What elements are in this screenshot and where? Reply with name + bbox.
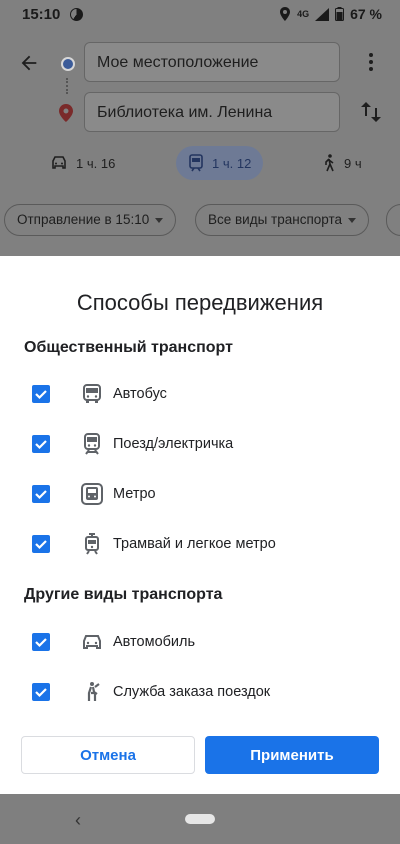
tram-label: Трамвай и легкое метро [113, 536, 276, 552]
option-tram[interactable]: Трамвай и легкое метро [0, 522, 400, 566]
car-checkbox[interactable] [32, 633, 50, 651]
car-icon [83, 635, 101, 649]
chevron-down-icon [155, 217, 164, 223]
battery-icon [335, 7, 345, 21]
other-transport-heading: Другие виды транспорта [24, 586, 223, 603]
chevron-down-icon [348, 217, 357, 223]
mode-walk-duration: 9 ч [344, 155, 362, 171]
cancel-button[interactable]: Отмена [21, 736, 195, 774]
origin-field[interactable]: Мое местоположение [84, 42, 340, 82]
tram-checkbox[interactable] [32, 535, 50, 553]
ride-hail-label: Служба заказа поездок [113, 684, 271, 700]
swap-icon[interactable] [360, 100, 382, 124]
train-checkbox[interactable] [32, 435, 50, 453]
mode-transit-duration: 1 ч. 12 [212, 155, 252, 171]
option-subway[interactable]: Метро [0, 472, 400, 516]
car-icon [52, 156, 66, 169]
signal-icon [315, 7, 330, 21]
departure-time-label: Отправление в 15:10 [17, 212, 150, 227]
bus-icon [83, 384, 101, 403]
ride-hail-icon [87, 682, 100, 701]
option-train[interactable]: Поезд/электричка [0, 422, 400, 466]
subway-checkbox[interactable] [32, 485, 50, 503]
sheet-title: Способы передвижения [76, 290, 324, 315]
data-saver-icon [70, 8, 83, 21]
battery-level: 67 % [350, 6, 382, 22]
departure-time-chip[interactable]: Отправление в 15:10 [4, 204, 177, 236]
back-arrow-icon[interactable] [18, 52, 40, 74]
bus-checkbox[interactable] [32, 385, 50, 403]
transport-types-label: Все виды транспорта [208, 212, 343, 227]
destination-pin-icon [59, 104, 73, 122]
destination-field[interactable]: Библиотека им. Ленина [84, 92, 340, 132]
option-bus[interactable]: Автобус [0, 372, 400, 416]
directions-screen: 15:10 4G 67 % Мое местоположение Библиот… [0, 0, 400, 256]
location-icon [280, 7, 291, 21]
car-label: Автомобиль [113, 634, 196, 650]
bus-label: Автобус [113, 386, 167, 402]
subway-icon [81, 483, 103, 505]
ride-hail-checkbox[interactable] [32, 683, 50, 701]
tram-icon [85, 533, 99, 555]
status-time: 15:10 [22, 6, 61, 23]
system-nav-bar: ‹ [0, 794, 400, 844]
status-bar: 15:10 4G 67 % [0, 0, 400, 30]
mode-walk[interactable]: 9 ч [322, 146, 362, 180]
transport-types-chip[interactable]: Все виды транспорта [195, 204, 370, 236]
transit-icon [189, 154, 203, 172]
public-transport-heading: Общественный транспорт [24, 339, 233, 356]
walk-icon [325, 154, 334, 172]
route-dots [66, 78, 70, 94]
more-options-icon[interactable] [364, 52, 378, 72]
more-filters-chip[interactable] [386, 204, 400, 236]
mode-car[interactable]: 1 ч. 16 [50, 146, 115, 180]
train-icon [84, 433, 100, 455]
transport-modes-sheet: Способы передвижения Общественный трансп… [0, 256, 400, 794]
subway-label: Метро [113, 486, 156, 502]
option-car[interactable]: Автомобиль [0, 620, 400, 664]
origin-dot-icon [61, 57, 75, 71]
option-ride-hail[interactable]: Служба заказа поездок [0, 670, 400, 714]
mode-transit[interactable]: 1 ч. 12 [176, 146, 264, 180]
apply-button[interactable]: Применить [205, 736, 379, 774]
train-label: Поезд/электричка [113, 436, 234, 452]
network-type: 4G [297, 9, 310, 19]
nav-back-icon[interactable]: ‹ [75, 810, 81, 831]
mode-car-duration: 1 ч. 16 [76, 155, 116, 171]
nav-home-pill[interactable] [185, 814, 215, 824]
